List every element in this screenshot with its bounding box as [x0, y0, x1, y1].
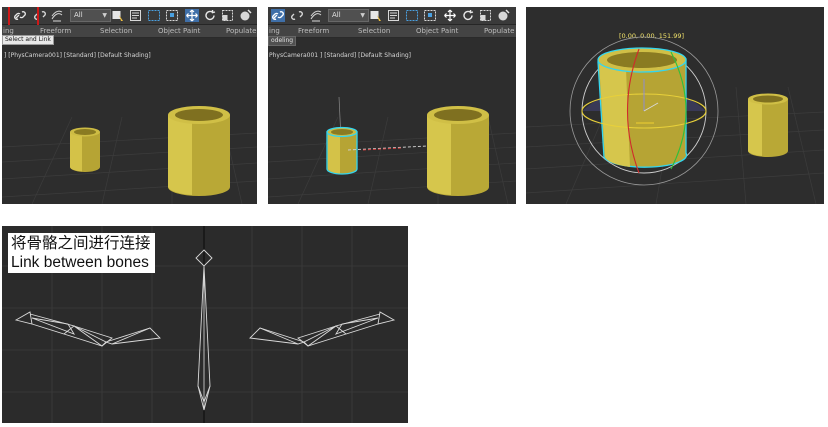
caption-chinese: 将骨骼之间进行连接 — [11, 235, 151, 252]
spine-bone — [195, 249, 213, 411]
bones-caption: 将骨骼之间进行连接 Link between bones — [8, 233, 155, 273]
small-cylinder-selected — [326, 126, 358, 175]
small-cylinder — [70, 127, 100, 172]
viewport-panel-link-tool: All ▼ ing Freeform Selection Object Paint… — [2, 7, 257, 204]
right-arm-bones — [249, 311, 396, 347]
viewport-scene[interactable] — [268, 7, 516, 204]
tall-cylinder-selected — [597, 47, 688, 168]
viewport-scene[interactable] — [526, 7, 824, 204]
large-cylinder — [427, 106, 489, 196]
viewport-panel-linked-transform: [0.00, 0.00, 151.99] — [526, 7, 824, 204]
viewport-panel-linking: All ▼ ing Freeform Selection Object Paint… — [268, 7, 516, 204]
left-arm-bones — [14, 311, 161, 347]
caption-english: Link between bones — [11, 254, 149, 271]
large-cylinder — [168, 106, 230, 196]
short-cylinder — [748, 93, 788, 157]
viewport-scene[interactable] — [2, 7, 257, 204]
